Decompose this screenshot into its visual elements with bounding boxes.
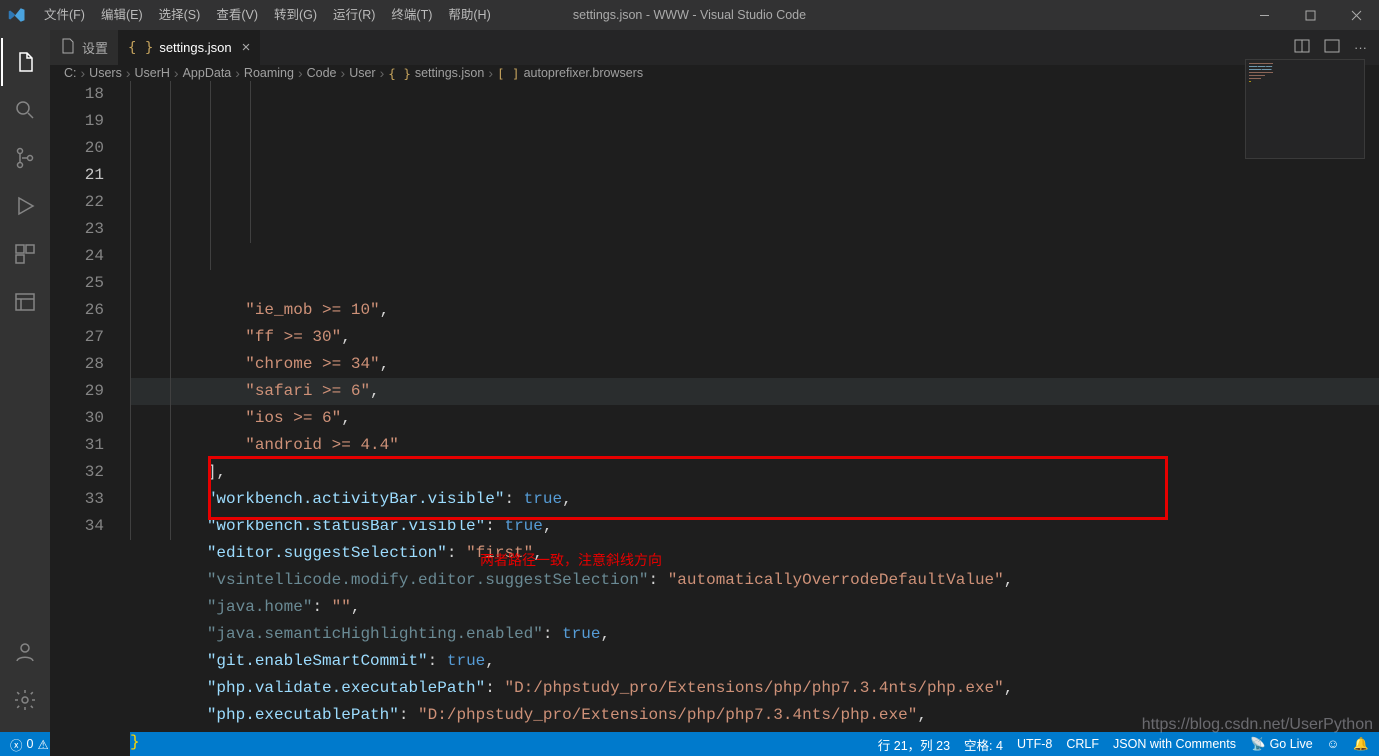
explorer-icon[interactable] <box>1 38 49 86</box>
code-line[interactable]: "workbench.statusBar.visible": true, <box>130 513 1379 540</box>
run-debug-icon[interactable] <box>1 182 49 230</box>
menu-item[interactable]: 查看(V) <box>208 0 266 30</box>
line-number: 33 <box>50 486 104 513</box>
breadcrumb-segment[interactable]: Roaming <box>244 66 294 80</box>
code-line[interactable]: "android >= 4.4" <box>130 432 1379 459</box>
error-icon: ⓧ <box>10 735 23 754</box>
chevron-right-icon: › <box>174 65 179 81</box>
file-icon <box>60 38 76 57</box>
code-line[interactable]: "git.enableSmartCommit": true, <box>130 648 1379 675</box>
json-icon: { } <box>388 66 411 81</box>
menu-item[interactable]: 运行(R) <box>325 0 383 30</box>
line-number: 29 <box>50 378 104 405</box>
code-line[interactable]: "php.validate.executablePath": "D:/phpst… <box>130 675 1379 702</box>
code-area[interactable]: 两者路径一致，注意斜线方向 "ie_mob >= 10", "ff >= 30"… <box>130 81 1379 756</box>
watermark: https://blog.csdn.net/UserPython <box>1142 716 1373 734</box>
line-number: 27 <box>50 324 104 351</box>
menu-bar: 文件(F)编辑(E)选择(S)查看(V)转到(G)运行(R)终端(T)帮助(H) <box>36 0 499 30</box>
chevron-right-icon: › <box>81 65 86 81</box>
warning-icon: ⚠ <box>37 737 48 752</box>
editor-tab[interactable]: 设置 <box>50 30 118 65</box>
minimap[interactable]: ▬▬▬▬▬▬▬▬▬▬▬▬ ▬▬▬▬ ▬▬▬▬ ▬▬▬ ▬▬▬▬▬▬ ▬▬▬▬▬ … <box>1245 59 1365 159</box>
line-number: 28 <box>50 351 104 378</box>
breadcrumb-segment[interactable]: C: <box>64 66 77 80</box>
editor-tab[interactable]: { } settings.json × <box>118 30 260 65</box>
code-line[interactable]: "vsintellicode.modify.editor.suggestSele… <box>130 567 1379 594</box>
code-line[interactable]: "safari >= 6", <box>130 378 1379 405</box>
window-controls <box>1241 0 1379 30</box>
chevron-right-icon: › <box>341 65 346 81</box>
line-number: 32 <box>50 459 104 486</box>
code-line[interactable]: "ff >= 30", <box>130 324 1379 351</box>
annotation-text: 两者路径一致，注意斜线方向 <box>480 547 662 574</box>
code-line[interactable]: "java.home": "", <box>130 594 1379 621</box>
line-gutter: 1819202122232425262728293031323334 <box>50 81 130 756</box>
menu-item[interactable]: 转到(G) <box>266 0 325 30</box>
code-line[interactable]: "java.semanticHighlighting.enabled": tru… <box>130 621 1379 648</box>
vscode-icon <box>8 6 26 24</box>
line-number: 19 <box>50 108 104 135</box>
menu-item[interactable]: 选择(S) <box>151 0 209 30</box>
split-editor-icon[interactable] <box>1294 38 1310 57</box>
breadcrumb-segment[interactable]: AppData <box>183 66 232 80</box>
breadcrumb-segment[interactable]: Users <box>89 66 122 80</box>
line-number: 26 <box>50 297 104 324</box>
extensions-icon[interactable] <box>1 230 49 278</box>
code-line[interactable]: "chrome >= 34", <box>130 351 1379 378</box>
panel-icon[interactable] <box>1 278 49 326</box>
array-icon: [ ] <box>497 66 520 81</box>
activity-bar <box>0 30 50 732</box>
line-number: 25 <box>50 270 104 297</box>
line-number: 22 <box>50 189 104 216</box>
editor[interactable]: 1819202122232425262728293031323334 两者路径一… <box>50 81 1379 756</box>
close-button[interactable] <box>1333 0 1379 30</box>
menu-item[interactable]: 终端(T) <box>383 0 440 30</box>
more-icon[interactable]: ··· <box>1354 40 1367 55</box>
line-number: 31 <box>50 432 104 459</box>
toggle-panel-icon[interactable] <box>1324 38 1340 57</box>
breadcrumb-segment[interactable]: UserH <box>135 66 170 80</box>
chevron-right-icon: › <box>235 65 240 81</box>
tab-label: 设置 <box>82 38 108 57</box>
breadcrumb-segment[interactable]: Code <box>307 66 337 80</box>
chevron-right-icon: › <box>298 65 303 81</box>
chevron-right-icon: › <box>380 65 385 81</box>
menu-item[interactable]: 编辑(E) <box>93 0 151 30</box>
breadcrumb-symbol[interactable]: autoprefixer.browsers <box>524 66 644 80</box>
source-control-icon[interactable] <box>1 134 49 182</box>
settings-gear-icon[interactable] <box>1 676 49 724</box>
line-number: 24 <box>50 243 104 270</box>
menu-item[interactable]: 帮助(H) <box>440 0 498 30</box>
code-line[interactable]: "ios >= 6", <box>130 405 1379 432</box>
tab-label: settings.json <box>159 40 231 55</box>
code-line[interactable]: "workbench.activityBar.visible": true, <box>130 486 1379 513</box>
line-number: 18 <box>50 81 104 108</box>
title-bar: 文件(F)编辑(E)选择(S)查看(V)转到(G)运行(R)终端(T)帮助(H)… <box>0 0 1379 30</box>
code-line[interactable]: ], <box>130 459 1379 486</box>
close-icon[interactable]: × <box>242 39 251 56</box>
tab-bar: 设置 { } settings.json × ··· <box>50 30 1379 65</box>
search-icon[interactable] <box>1 86 49 134</box>
maximize-button[interactable] <box>1287 0 1333 30</box>
code-line[interactable]: "editor.suggestSelection": "first", <box>130 540 1379 567</box>
line-number: 30 <box>50 405 104 432</box>
breadcrumbs[interactable]: C:›Users›UserH›AppData›Roaming›Code›User… <box>50 65 1379 81</box>
line-number: 23 <box>50 216 104 243</box>
line-number: 34 <box>50 513 104 540</box>
code-line[interactable]: "ie_mob >= 10", <box>130 297 1379 324</box>
line-number: 20 <box>50 135 104 162</box>
accounts-icon[interactable] <box>1 628 49 676</box>
minimize-button[interactable] <box>1241 0 1287 30</box>
breadcrumb-file[interactable]: settings.json <box>415 66 484 80</box>
breadcrumb-segment[interactable]: User <box>349 66 375 80</box>
menu-item[interactable]: 文件(F) <box>36 0 93 30</box>
line-number: 21 <box>50 162 104 189</box>
json-icon: { } <box>128 40 153 56</box>
chevron-right-icon: › <box>488 65 493 81</box>
chevron-right-icon: › <box>126 65 131 81</box>
